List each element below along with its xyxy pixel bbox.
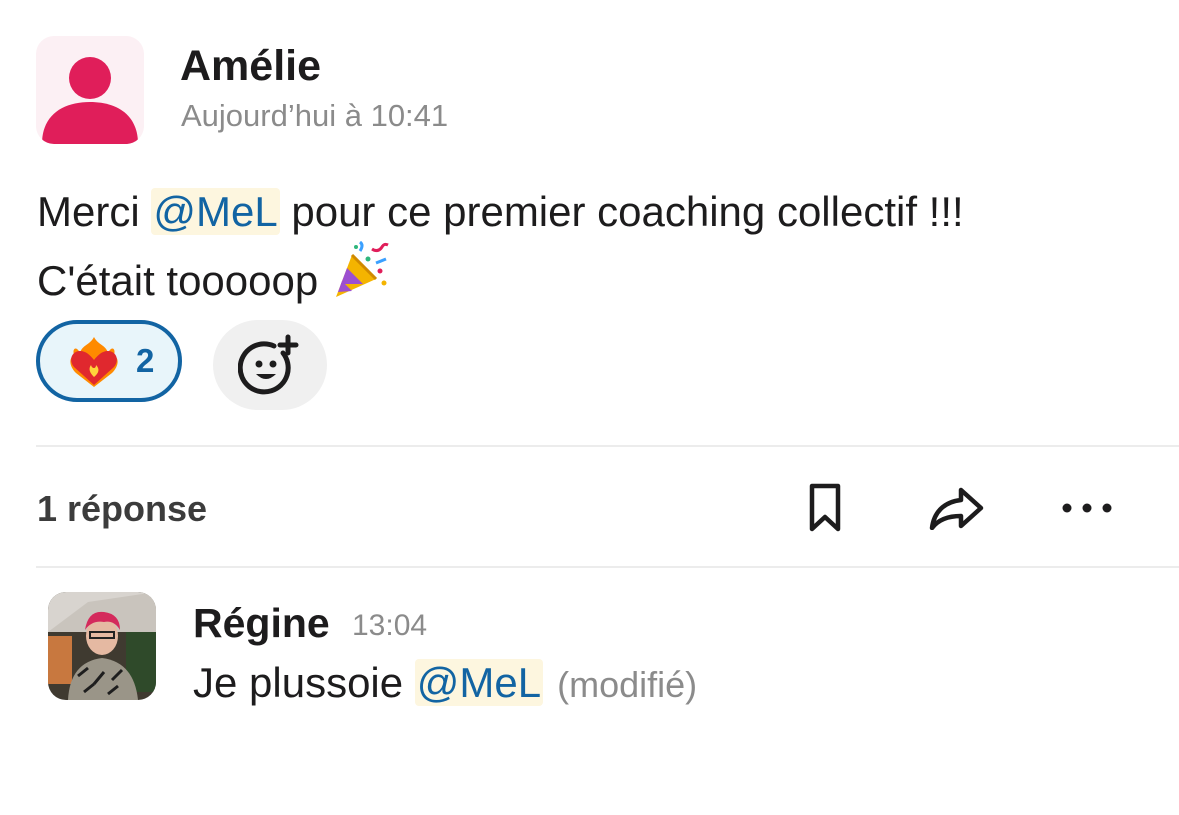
text-before-mention: Merci: [37, 188, 152, 235]
message-timestamp[interactable]: Aujourd’hui à 10:41: [181, 96, 448, 136]
reply-text-before-mention: Je plussoie: [193, 659, 415, 706]
more-icon: [1062, 503, 1112, 513]
avatar[interactable]: [36, 36, 144, 144]
party-popper-icon: [330, 240, 390, 316]
share-button[interactable]: [926, 478, 986, 538]
reply-avatar[interactable]: [48, 592, 156, 700]
bookmark-button[interactable]: [795, 478, 855, 538]
user-mention[interactable]: @MeL: [414, 659, 544, 706]
reply-timestamp[interactable]: 13:04: [352, 606, 427, 646]
text-line-2: C'était tooooop: [37, 257, 330, 304]
add-reaction-icon: [238, 334, 299, 395]
text-after-mention: pour ce premier coaching collectif !!!: [279, 188, 964, 235]
edited-label: (modifié): [557, 664, 698, 705]
heart-on-fire-icon: [66, 333, 122, 389]
message-line-1: Merci @MeL pour ce premier coaching coll…: [37, 183, 1157, 241]
reply-author-name[interactable]: Régine: [193, 598, 330, 648]
message-line-2: C'était tooooop: [37, 240, 1157, 316]
replies-count[interactable]: 1 réponse: [37, 486, 207, 532]
user-mention[interactable]: @MeL: [151, 188, 280, 235]
add-reaction-button[interactable]: [213, 320, 327, 410]
profile-photo: [48, 592, 156, 700]
more-actions-button[interactable]: [1057, 478, 1117, 538]
bookmark-icon: [809, 483, 841, 532]
default-user-icon: [42, 57, 138, 144]
share-icon: [929, 487, 984, 530]
divider: [36, 445, 1179, 447]
divider: [36, 566, 1179, 568]
author-name[interactable]: Amélie: [180, 40, 321, 92]
message-text: Merci @MeL pour ce premier coaching coll…: [37, 183, 1157, 316]
reaction-count: 2: [136, 342, 155, 379]
reply-text: Je plussoie @MeL (modifié): [193, 654, 697, 714]
reaction-heart-on-fire[interactable]: 2: [36, 320, 182, 402]
